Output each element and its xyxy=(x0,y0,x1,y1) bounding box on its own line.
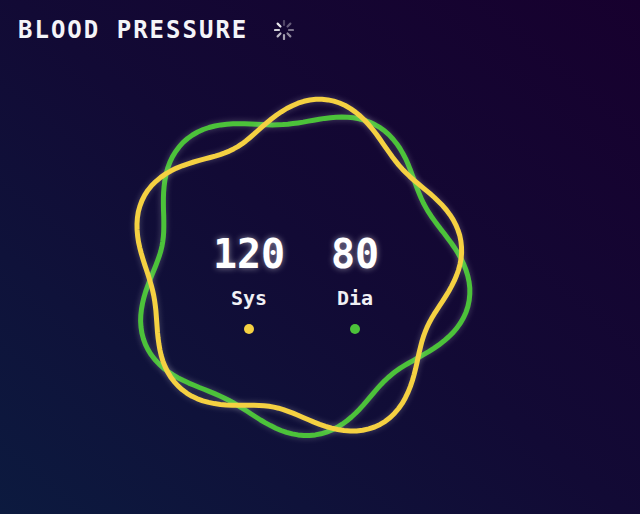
wave-loops xyxy=(118,90,478,450)
loading-spinner-icon xyxy=(274,20,294,40)
legend-dot xyxy=(350,324,360,334)
reading-label: Sys xyxy=(231,286,267,310)
wave-loop xyxy=(137,99,462,431)
reading: 120 Sys xyxy=(209,230,289,334)
reading: 80 Dia xyxy=(315,230,395,334)
reading-value: 120 xyxy=(213,230,285,278)
reading-label: Dia xyxy=(337,286,373,310)
legend-dot xyxy=(244,324,254,334)
header: BLOOD PRESSURE xyxy=(0,0,640,60)
pressure-gauge: 120 Sys 80 Dia xyxy=(118,90,478,450)
readings: 120 Sys 80 Dia xyxy=(118,90,478,334)
title: BLOOD PRESSURE xyxy=(18,16,248,44)
blood-pressure-screen: BLOOD PRESSURE 120 Sys 80 Dia xyxy=(0,0,640,514)
reading-value: 80 xyxy=(331,230,379,278)
